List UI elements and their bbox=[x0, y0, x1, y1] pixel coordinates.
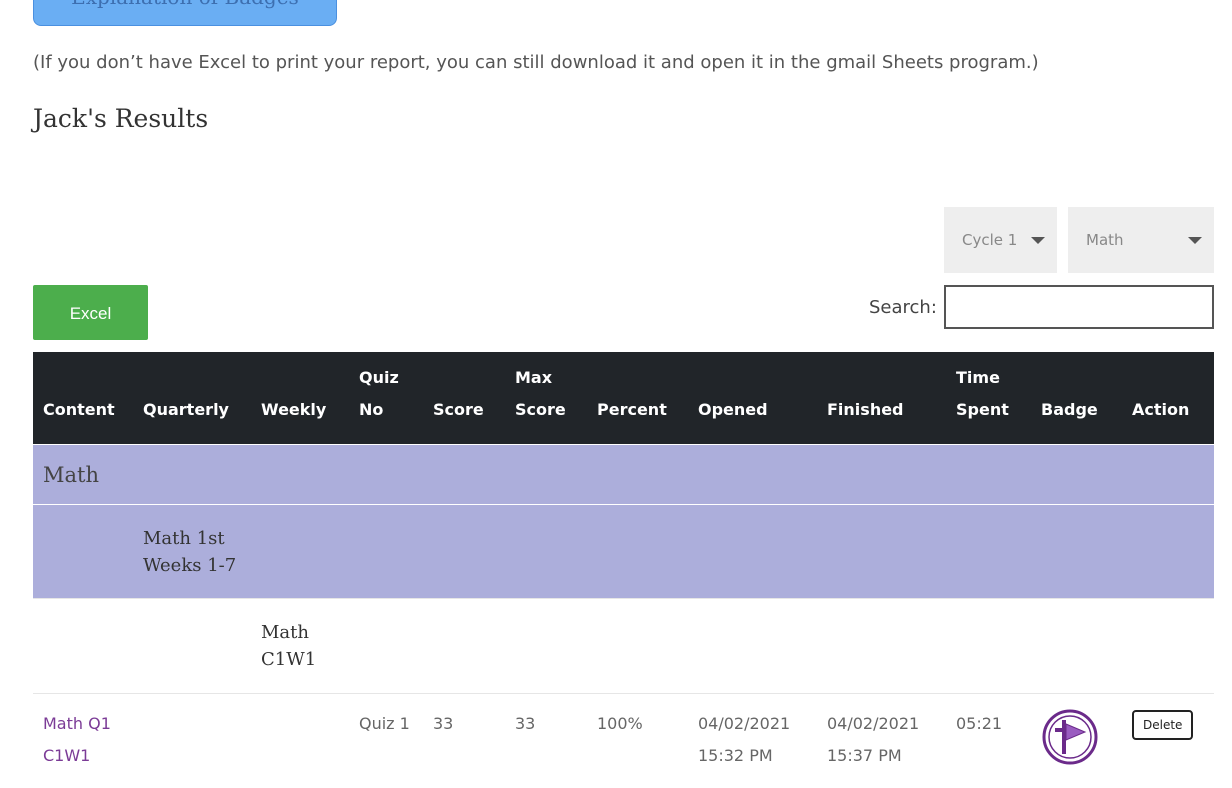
subject-group-label: Math bbox=[33, 445, 1214, 505]
search-input[interactable] bbox=[944, 285, 1214, 329]
column-header-quarterly[interactable]: Quarterly bbox=[133, 352, 251, 445]
explanation-of-badges-button[interactable]: Explanation of Badges bbox=[33, 0, 337, 26]
column-header-score[interactable]: Score bbox=[423, 352, 505, 445]
excel-note: (If you don’t have Excel to print your r… bbox=[33, 52, 1039, 73]
finished-cell: 04/02/202115:37 PM bbox=[817, 694, 946, 788]
chevron-down-icon bbox=[1031, 237, 1045, 244]
subject-select[interactable]: Math bbox=[1068, 207, 1214, 273]
week-group-row: MathC1W1 bbox=[33, 599, 1214, 694]
max-score-cell: 33 bbox=[505, 694, 587, 788]
badge-cell bbox=[1031, 694, 1122, 788]
time-spent-cell: 05:21 bbox=[946, 694, 1031, 788]
column-header-max-score[interactable]: MaxScore bbox=[505, 352, 587, 445]
cycle-select[interactable]: Cycle 1 bbox=[944, 207, 1057, 273]
column-header-time-spent[interactable]: TimeSpent bbox=[946, 352, 1031, 445]
subject-group-row: Math bbox=[33, 445, 1214, 505]
week-group-label: MathC1W1 bbox=[251, 599, 1214, 694]
results-table: Content Quarterly Weekly QuizNo Score Ma… bbox=[33, 352, 1214, 788]
column-header-finished[interactable]: Finished bbox=[817, 352, 946, 445]
weekly-cell bbox=[251, 694, 349, 788]
delete-button[interactable]: Delete bbox=[1132, 710, 1193, 740]
column-header-weekly[interactable]: Weekly bbox=[251, 352, 349, 445]
column-header-quiz-no[interactable]: QuizNo bbox=[349, 352, 423, 445]
quarter-group-label: Math 1stWeeks 1-7 bbox=[133, 505, 1214, 599]
table-header-row: Content Quarterly Weekly QuizNo Score Ma… bbox=[33, 352, 1214, 445]
column-header-content[interactable]: Content bbox=[33, 352, 133, 445]
column-header-opened[interactable]: Opened bbox=[688, 352, 817, 445]
opened-cell: 04/02/202115:32 PM bbox=[688, 694, 817, 788]
column-header-percent[interactable]: Percent bbox=[587, 352, 688, 445]
table-row: Math Q1C1W1 Quiz 1 33 33 100% 04/02/2021… bbox=[33, 694, 1214, 788]
cycle-select-value: Cycle 1 bbox=[962, 231, 1017, 249]
column-header-action[interactable]: Action bbox=[1122, 352, 1214, 445]
action-cell: Delete bbox=[1122, 694, 1214, 788]
content-cell[interactable]: Math Q1C1W1 bbox=[33, 694, 133, 788]
page-title: Jack's Results bbox=[33, 104, 208, 133]
score-cell: 33 bbox=[423, 694, 505, 788]
quarter-group-row: Math 1stWeeks 1-7 bbox=[33, 505, 1214, 599]
content-link[interactable]: Math Q1C1W1 bbox=[43, 714, 111, 765]
search-label: Search: bbox=[869, 297, 937, 318]
excel-export-button[interactable]: Excel bbox=[33, 285, 148, 340]
quiz-no-cell: Quiz 1 bbox=[349, 694, 423, 788]
chevron-down-icon bbox=[1188, 237, 1202, 244]
column-header-badge[interactable]: Badge bbox=[1031, 352, 1122, 445]
subject-select-value: Math bbox=[1086, 231, 1124, 249]
percent-cell: 100% bbox=[587, 694, 688, 788]
quarterly-cell bbox=[133, 694, 251, 788]
